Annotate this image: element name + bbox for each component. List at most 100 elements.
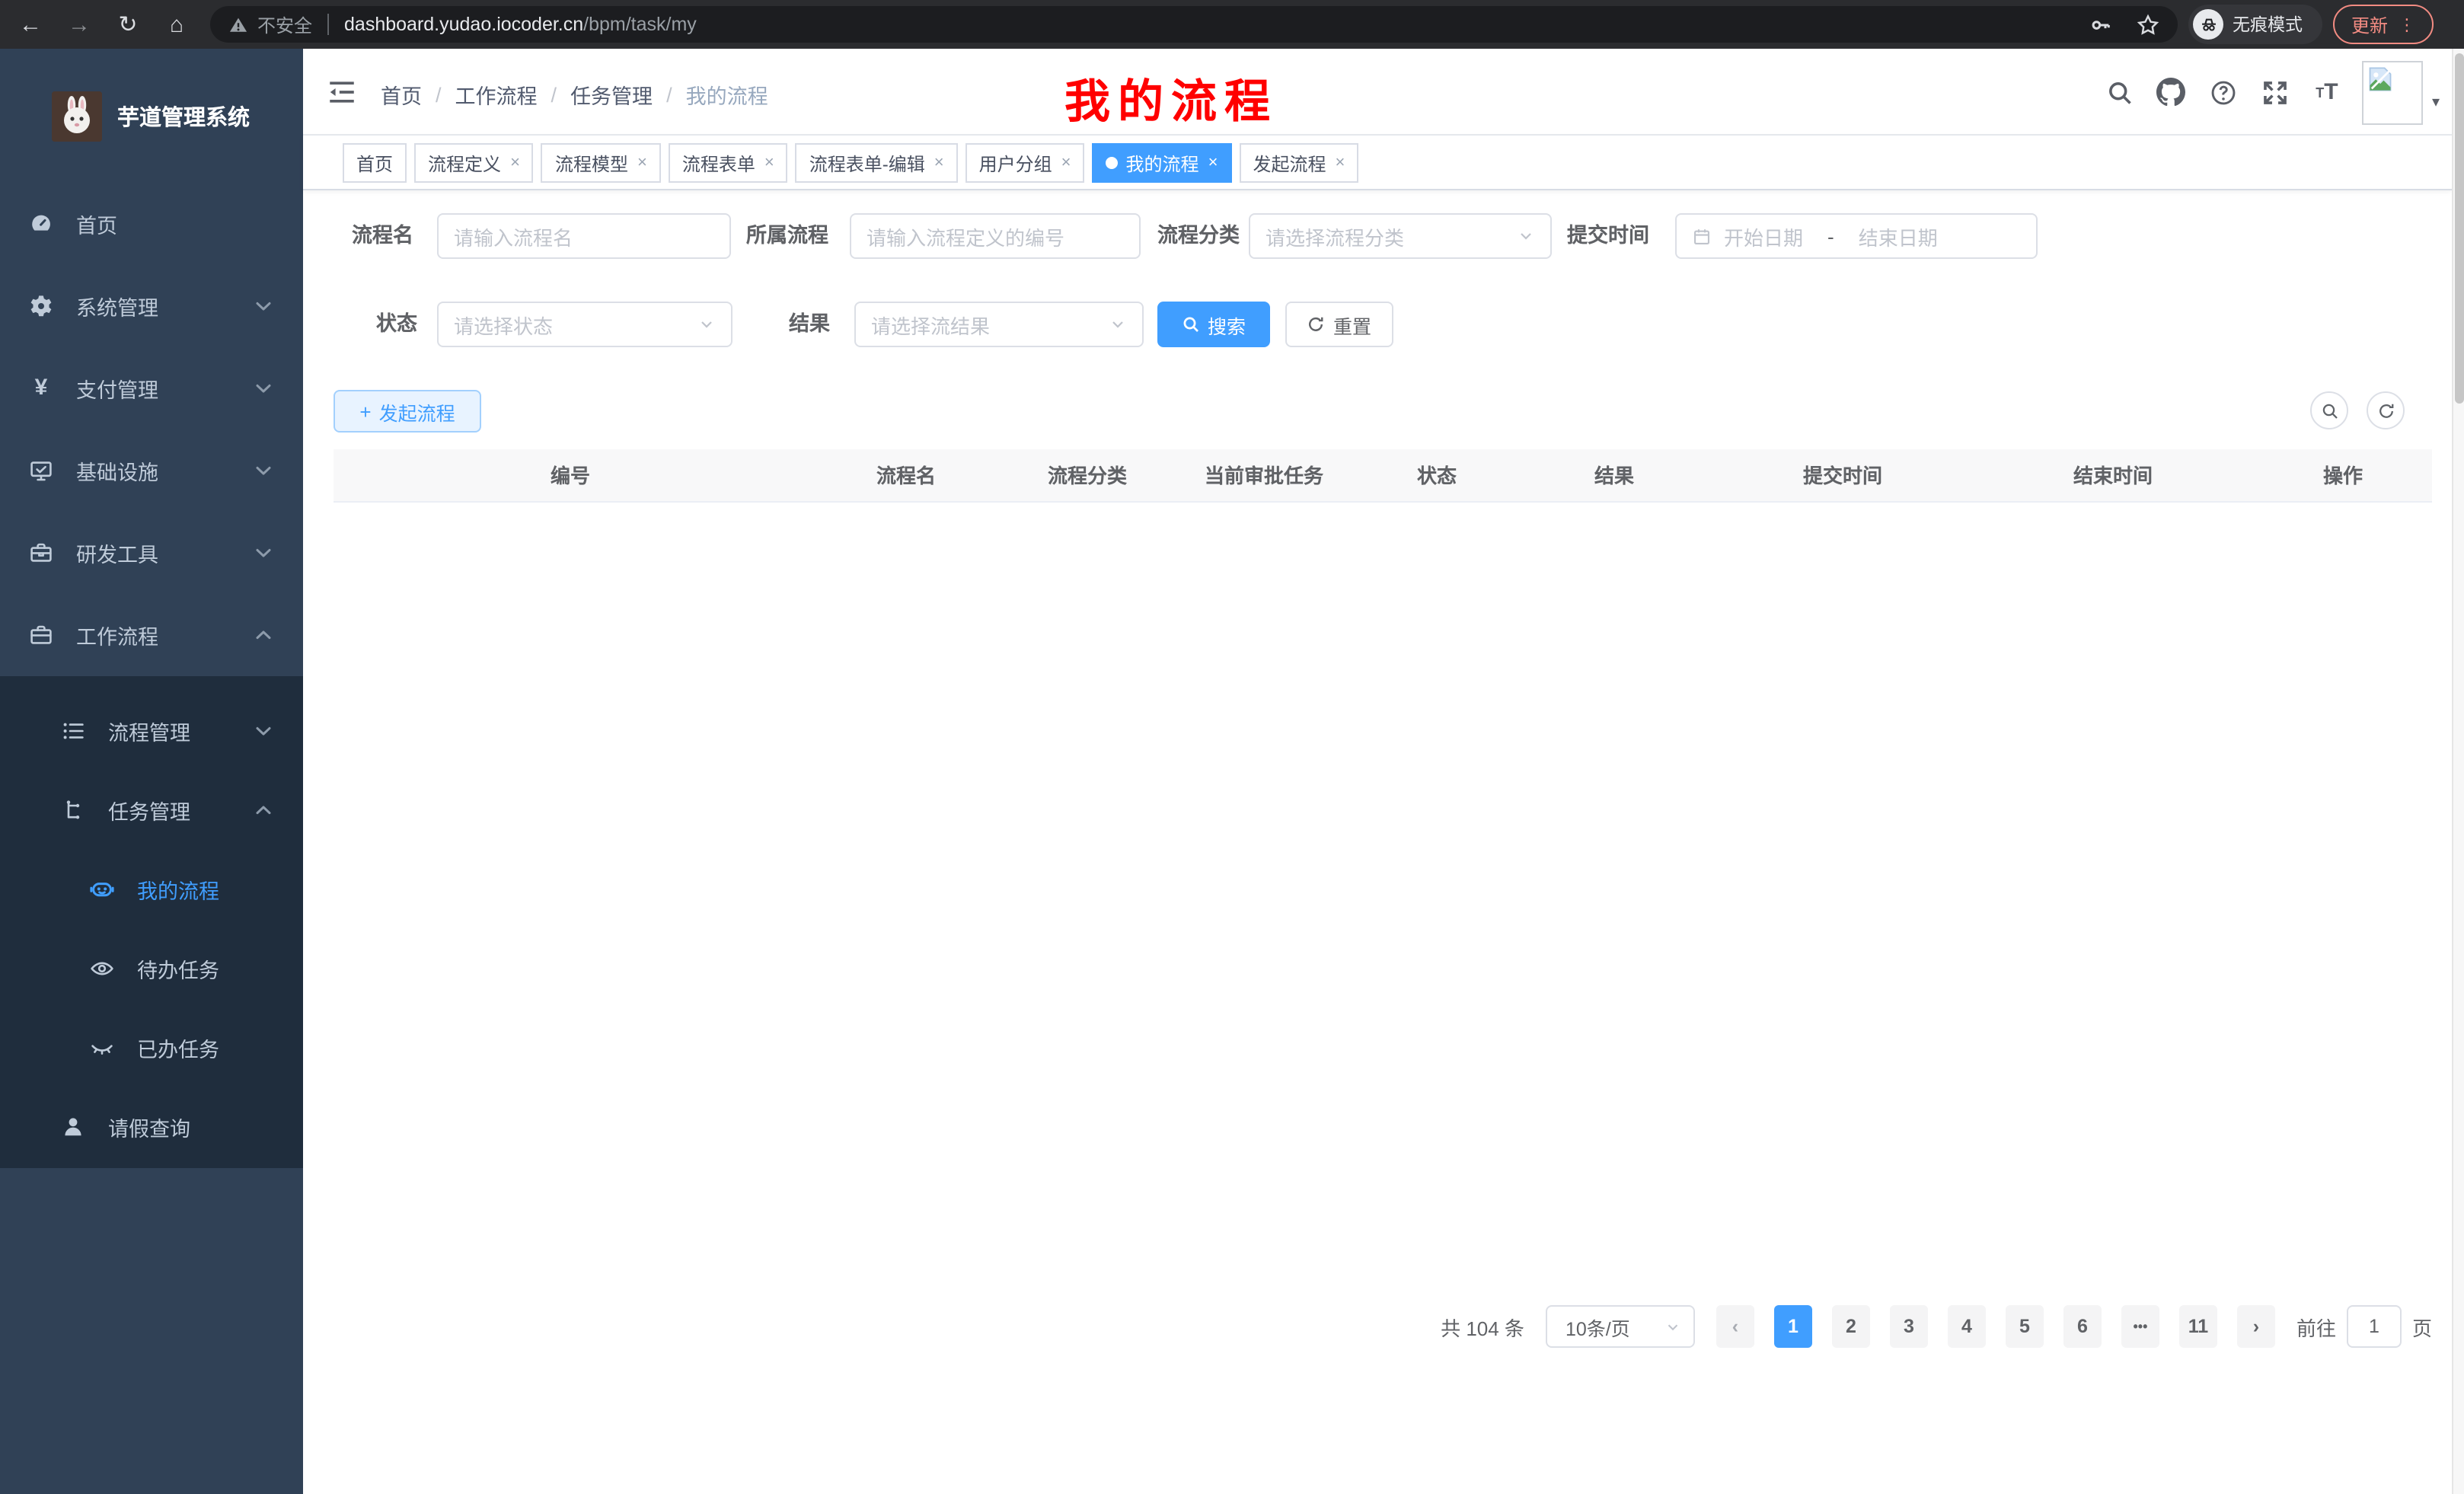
- toggle-search-button[interactable]: [2310, 391, 2348, 429]
- page-button-3[interactable]: 3: [1890, 1305, 1928, 1348]
- filter-time-range[interactable]: 开始日期 - 结束日期: [1675, 213, 2038, 259]
- page-button-11[interactable]: 11: [2179, 1305, 2217, 1348]
- tab-用户分组[interactable]: 用户分组×: [965, 143, 1085, 183]
- tab-首页[interactable]: 首页: [343, 143, 407, 183]
- chevron-up-icon: [251, 798, 276, 822]
- browser-update-button[interactable]: 更新⋮: [2333, 5, 2434, 44]
- reset-button-label: 重置: [1333, 310, 1371, 339]
- search-button[interactable]: 搜索: [1157, 302, 1270, 347]
- reset-button[interactable]: 重置: [1285, 302, 1393, 347]
- tab-发起流程[interactable]: 发起流程×: [1239, 143, 1358, 183]
- close-icon[interactable]: ×: [1208, 154, 1218, 172]
- tab-流程模型[interactable]: 流程模型×: [541, 143, 661, 183]
- page-size-select[interactable]: 10条/页: [1546, 1305, 1695, 1348]
- pagination: 共 104 条 10条/页 ‹ 123456•••11 › 前往 页: [334, 1302, 2432, 1351]
- avatar[interactable]: [2362, 60, 2423, 124]
- sidebar-item-已办任务[interactable]: 已办任务: [0, 1008, 303, 1087]
- briefcase-icon: [29, 623, 53, 647]
- monitor-icon: [29, 458, 53, 483]
- close-icon[interactable]: ×: [637, 154, 647, 172]
- page-button-2[interactable]: 2: [1832, 1305, 1870, 1348]
- close-icon[interactable]: ×: [1335, 154, 1345, 172]
- page-button-4[interactable]: 4: [1948, 1305, 1986, 1348]
- sidebar-item-系统管理[interactable]: 系统管理: [0, 265, 303, 347]
- tab-我的流程[interactable]: 我的流程×: [1093, 143, 1232, 183]
- goto-unit: 页: [2412, 1312, 2432, 1341]
- browser-forward-icon[interactable]: →: [61, 6, 97, 43]
- more-pages-button[interactable]: •••: [2121, 1305, 2159, 1348]
- tab-流程定义[interactable]: 流程定义×: [414, 143, 534, 183]
- sidebar-item-首页[interactable]: 首页: [0, 183, 303, 265]
- close-icon[interactable]: ×: [764, 154, 774, 172]
- scrollbar-thumb[interactable]: [2455, 53, 2464, 404]
- sidebar-item-研发工具[interactable]: 研发工具: [0, 512, 303, 594]
- filter-result-placeholder: 请选择流结果: [871, 310, 990, 339]
- sidebar-item-label: 已办任务: [137, 1033, 219, 1063]
- breadcrumb-current: 我的流程: [686, 79, 768, 110]
- filter-name-placeholder: 请输入流程名: [454, 222, 573, 251]
- address-bar[interactable]: 不安全 dashboard.yudao.iocoder.cn/bpm/task/…: [210, 6, 2178, 43]
- sidebar-item-label: 我的流程: [137, 874, 219, 905]
- breadcrumb-home[interactable]: 首页: [381, 79, 422, 110]
- fullscreen-icon[interactable]: [2249, 49, 2301, 136]
- toolbox-icon: [29, 541, 53, 565]
- page-button-6[interactable]: 6: [2063, 1305, 2102, 1348]
- browser-home-icon[interactable]: ⌂: [158, 6, 195, 43]
- browser-back-icon[interactable]: ←: [12, 6, 49, 43]
- close-icon[interactable]: ×: [934, 154, 944, 172]
- sidebar-item-支付管理[interactable]: ¥支付管理: [0, 347, 303, 429]
- browser-scrollbar[interactable]: [2452, 49, 2464, 1494]
- filter-time-separator: -: [1827, 225, 1834, 247]
- address-divider: [327, 14, 329, 35]
- robot-icon: [90, 877, 114, 902]
- sidebar-item-基础设施[interactable]: 基础设施: [0, 429, 303, 512]
- goto-page-input[interactable]: [2347, 1305, 2402, 1348]
- bookmark-star-icon[interactable]: [2137, 13, 2159, 36]
- process-table: 编号流程名流程分类当前审批任务状态结果提交时间结束时间操作: [334, 449, 2432, 502]
- plus-icon: +: [359, 400, 371, 423]
- page-button-5[interactable]: 5: [2006, 1305, 2044, 1348]
- filter-category-label: 流程分类: [1157, 213, 1240, 259]
- browser-menu-icon[interactable]: ⋮: [2399, 14, 2415, 34]
- browser-reload-icon[interactable]: ↻: [110, 6, 146, 43]
- breadcrumb-workflow[interactable]: 工作流程: [455, 79, 538, 110]
- incognito-badge[interactable]: 无痕模式: [2188, 5, 2322, 44]
- filter-category-select[interactable]: 请选择流程分类: [1249, 213, 1552, 259]
- sidebar-item-我的流程[interactable]: 我的流程: [0, 850, 303, 929]
- tab-流程表单[interactable]: 流程表单×: [669, 143, 788, 183]
- github-icon[interactable]: [2146, 49, 2197, 136]
- sidebar-item-label: 研发工具: [76, 538, 158, 568]
- page-button-1[interactable]: 1: [1774, 1305, 1812, 1348]
- sidebar-item-流程管理[interactable]: 流程管理: [0, 691, 303, 771]
- prev-page-button[interactable]: ‹: [1716, 1305, 1754, 1348]
- sidebar-item-任务管理[interactable]: 任务管理: [0, 771, 303, 850]
- sidebar-collapse-icon[interactable]: [326, 76, 358, 108]
- filter-result-select[interactable]: 请选择流结果: [854, 302, 1144, 347]
- create-process-button[interactable]: + 发起流程: [334, 390, 481, 433]
- sidebar-item-工作流程[interactable]: 工作流程: [0, 594, 303, 676]
- chevron-down-icon: [251, 719, 276, 743]
- security-status[interactable]: 不安全: [228, 11, 312, 37]
- tab-label: 首页: [356, 150, 393, 176]
- next-page-button[interactable]: ›: [2237, 1305, 2275, 1348]
- table-header-row: 编号流程名流程分类当前审批任务状态结果提交时间结束时间操作: [334, 449, 2432, 501]
- filter-name-input[interactable]: 请输入流程名: [437, 213, 731, 259]
- tab-流程表单-编辑[interactable]: 流程表单-编辑×: [796, 143, 958, 183]
- filter-status-select[interactable]: 请选择状态: [437, 302, 732, 347]
- sidebar-item-待办任务[interactable]: 待办任务: [0, 929, 303, 1008]
- close-icon[interactable]: ×: [510, 154, 520, 172]
- refresh-table-button[interactable]: [2367, 391, 2405, 429]
- filter-name-label: 流程名: [352, 213, 413, 259]
- avatar-caret-icon[interactable]: ▾: [2432, 94, 2440, 111]
- search-icon[interactable]: [2094, 49, 2146, 136]
- font-size-icon[interactable]: TT: [2301, 49, 2353, 136]
- close-icon[interactable]: ×: [1061, 154, 1071, 172]
- column-header-状态: 状态: [1358, 449, 1515, 501]
- help-icon[interactable]: [2197, 49, 2249, 136]
- gear-icon: [29, 294, 53, 318]
- key-icon[interactable]: [2089, 13, 2112, 36]
- sidebar-item-请假查询[interactable]: 请假查询: [0, 1087, 303, 1167]
- filter-process-input[interactable]: 请输入流程定义的编号: [850, 213, 1141, 259]
- app-logo-row[interactable]: 芋道管理系统: [0, 49, 303, 183]
- breadcrumb-task-mgmt[interactable]: 任务管理: [570, 79, 653, 110]
